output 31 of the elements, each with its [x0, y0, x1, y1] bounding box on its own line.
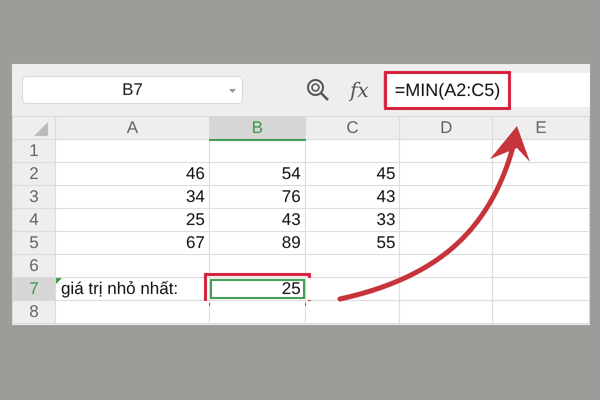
row-header[interactable]: 1	[12, 140, 56, 162]
table-cell[interactable]: 43	[210, 210, 305, 230]
row-header[interactable]: 8	[12, 300, 56, 324]
name-box[interactable]: B7	[22, 76, 243, 104]
table-cell[interactable]: 33	[306, 210, 400, 230]
row-header[interactable]: 6	[12, 254, 56, 278]
row-header[interactable]: 3	[12, 186, 56, 208]
table-cell[interactable]: 55	[306, 233, 400, 253]
insert-function-button[interactable]: fx	[350, 75, 369, 105]
column-header[interactable]: A	[55, 116, 210, 140]
column-header[interactable]: C	[305, 116, 400, 140]
dropdown-caret-icon[interactable]	[229, 89, 236, 93]
table-cell[interactable]: 43	[306, 187, 400, 207]
table-cell[interactable]: 89	[210, 233, 305, 253]
table-cell[interactable]: 76	[210, 187, 305, 207]
table-cell[interactable]: 45	[306, 164, 400, 184]
table-cell[interactable]: 54	[210, 164, 305, 184]
column-header[interactable]: E	[492, 116, 590, 140]
formula-field[interactable]: =MIN(A2:C5)	[382, 73, 590, 107]
table-cell[interactable]: 46	[56, 164, 209, 184]
table-cell[interactable]: 34	[56, 187, 209, 207]
table-cell[interactable]: 67	[56, 233, 209, 253]
row-header[interactable]: 2	[12, 162, 56, 186]
column-header[interactable]: D	[400, 116, 493, 140]
table-cell[interactable]: 25	[210, 279, 305, 299]
row-header[interactable]: 4	[12, 208, 56, 232]
table-cell[interactable]: 25	[56, 210, 209, 230]
magnifier-icon[interactable]	[306, 78, 330, 102]
row-header[interactable]: 5	[12, 232, 56, 254]
select-all-icon[interactable]	[34, 122, 48, 136]
formula-text: =MIN(A2:C5)	[384, 70, 512, 110]
